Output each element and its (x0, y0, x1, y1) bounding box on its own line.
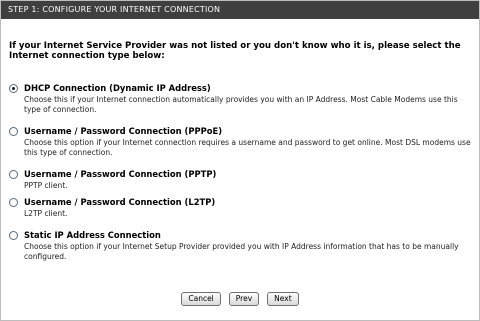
option-description: Choose this option if your Internet conn… (24, 138, 471, 157)
option-dhcp[interactable]: DHCP Connection (Dynamic IP Address) Cho… (9, 82, 471, 114)
option-title: Static IP Address Connection (24, 230, 161, 240)
radio-static[interactable] (9, 230, 18, 240)
next-button[interactable]: Next (267, 292, 299, 306)
option-description: PPTP client. (24, 181, 68, 190)
prev-button[interactable]: Prev (228, 292, 260, 306)
option-title: DHCP Connection (Dynamic IP Address) (24, 83, 211, 93)
option-description: Choose this if your Internet connection … (24, 95, 458, 114)
button-bar: Cancel Prev Next (1, 292, 479, 306)
option-title: Username / Password Connection (L2TP) (24, 197, 216, 207)
option-title: Username / Password Connection (PPTP) (24, 169, 217, 179)
radio-pptp[interactable] (9, 169, 18, 179)
cancel-button[interactable]: Cancel (181, 292, 221, 306)
option-l2tp[interactable]: Username / Password Connection (L2TP) L2… (9, 196, 471, 219)
option-title: Username / Password Connection (PPPoE) (24, 126, 223, 136)
intro-text: If your Internet Service Provider was no… (9, 41, 461, 61)
option-pptp[interactable]: Username / Password Connection (PPTP) PP… (9, 168, 471, 191)
option-pppoe[interactable]: Username / Password Connection (PPPoE) C… (9, 125, 471, 157)
step-header: STEP 1: CONFIGURE YOUR INTERNET CONNECTI… (1, 1, 479, 19)
radio-pppoe[interactable] (9, 126, 18, 136)
option-static[interactable]: Static IP Address Connection Choose this… (9, 229, 471, 261)
wizard-panel: STEP 1: CONFIGURE YOUR INTERNET CONNECTI… (0, 0, 480, 321)
radio-dhcp[interactable] (9, 83, 18, 93)
option-description: Choose this option if your Internet Setu… (24, 242, 459, 261)
option-description: L2TP client. (24, 209, 68, 218)
radio-l2tp[interactable] (9, 197, 18, 207)
